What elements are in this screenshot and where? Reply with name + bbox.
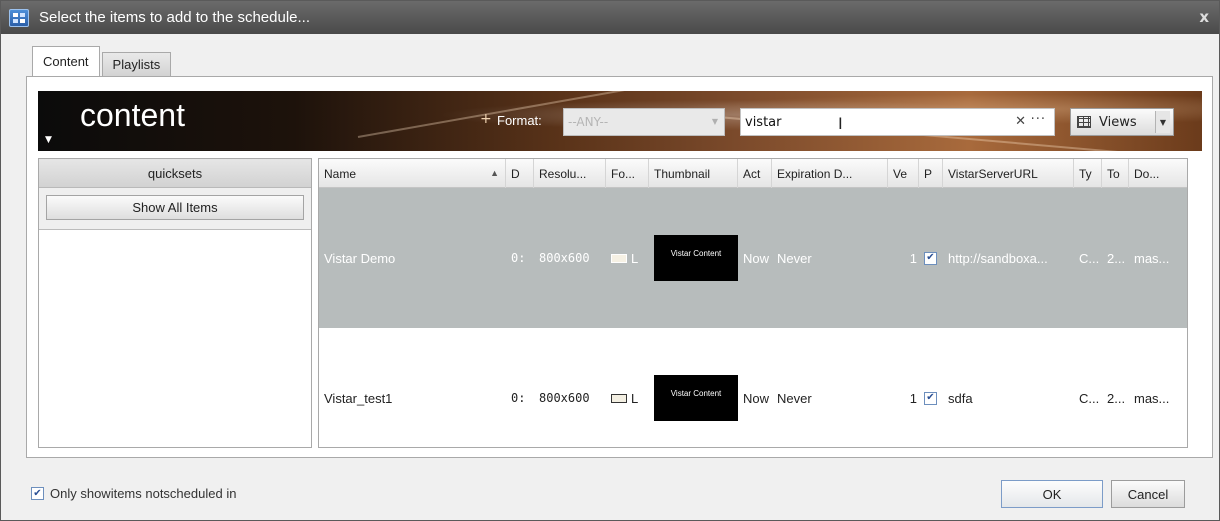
quicksets-panel: quicksets Show All Items	[38, 158, 312, 448]
search-input-value: vistar	[745, 114, 782, 130]
cell-d: 0:	[511, 391, 526, 405]
cell-format-label: L	[631, 390, 639, 406]
only-show-checkbox[interactable]: ✔	[31, 487, 44, 500]
cell-format: L	[606, 328, 649, 447]
content-banner: content ▼ + Format: --ANY-- ▼ vistar I ✕…	[38, 91, 1202, 151]
column-header-vistarserverurl[interactable]: VistarServerURL	[943, 159, 1074, 188]
column-header-do[interactable]: Do...	[1129, 159, 1187, 188]
content-grid: Name ▲ D Resolu... Fo... Thumbnail Act E…	[318, 158, 1188, 448]
clear-icon[interactable]: ✕	[1015, 114, 1026, 129]
cell-ve: 1	[909, 250, 917, 266]
column-header-act[interactable]: Act	[738, 159, 772, 188]
cell-name: Vistar Demo	[324, 250, 396, 266]
format-label: Format:	[497, 113, 542, 128]
schedule-icon	[9, 8, 29, 27]
caret-down-icon[interactable]: ▼	[45, 135, 52, 145]
landscape-icon	[611, 393, 627, 403]
column-header-resolution[interactable]: Resolu...	[534, 159, 606, 188]
cell-p: ✔	[919, 188, 943, 328]
grid-view-icon	[1077, 116, 1091, 128]
table-row[interactable]: Vistar Demo 0: 800x600 L Vistar Content …	[319, 188, 1187, 328]
thumbnail-image: Vistar Content	[654, 375, 738, 421]
chevron-down-icon: ▼	[711, 117, 718, 126]
column-header-p[interactable]: P	[919, 159, 943, 188]
cell-expiration: Never	[777, 390, 812, 406]
cell-thumbnail: Vistar Content	[649, 188, 738, 328]
column-header-to[interactable]: To	[1102, 159, 1129, 188]
views-dropdown-icon[interactable]: ▼	[1155, 111, 1170, 133]
show-all-items-button[interactable]: Show All Items	[46, 195, 304, 220]
cell-url: sdfa	[948, 390, 973, 406]
table-row[interactable]: Vistar_test1 0: 800x600 L Vistar Content…	[319, 328, 1187, 447]
only-show-unscheduled[interactable]: ✔ Only showitems notscheduled in	[31, 486, 236, 501]
format-select-value: --ANY--	[568, 115, 609, 129]
tab-bar: Content Playlists	[32, 46, 173, 76]
column-header-thumbnail[interactable]: Thumbnail	[649, 159, 738, 188]
cell-resolution: 800x600	[539, 251, 590, 265]
cell-thumbnail: Vistar Content	[649, 328, 738, 447]
cell-do: mas...	[1134, 250, 1170, 266]
thumbnail-image: Vistar Content	[654, 235, 738, 281]
quicksets-header: quicksets	[39, 159, 311, 188]
cancel-button[interactable]: Cancel	[1111, 480, 1185, 508]
cell-to: 2...	[1107, 390, 1126, 406]
grid-header: Name ▲ D Resolu... Fo... Thumbnail Act E…	[319, 159, 1187, 188]
cell-expiration: Never	[777, 250, 812, 266]
landscape-icon	[611, 253, 627, 263]
more-icon[interactable]: ···	[1031, 112, 1046, 127]
sparkle-icon: +	[480, 111, 492, 127]
text-cursor-icon: I	[838, 114, 843, 133]
content-panel: content ▼ + Format: --ANY-- ▼ vistar I ✕…	[26, 76, 1213, 458]
ok-button[interactable]: OK	[1001, 480, 1103, 508]
column-header-ty[interactable]: Ty	[1074, 159, 1102, 188]
cell-act: Now	[743, 390, 770, 406]
tab-content[interactable]: Content	[32, 46, 100, 76]
column-header-label: Name	[324, 166, 357, 181]
cell-name: Vistar_test1	[324, 390, 393, 406]
quicksets-toolbar: Show All Items	[39, 188, 311, 230]
cell-format: L	[606, 188, 649, 328]
cell-to: 2...	[1107, 250, 1126, 266]
cell-ve: 1	[909, 390, 917, 406]
column-header-ve[interactable]: Ve	[888, 159, 919, 188]
column-header-d[interactable]: D	[506, 159, 534, 188]
title-bar[interactable]: Select the items to add to the schedule.…	[1, 1, 1219, 34]
format-select[interactable]: --ANY-- ▼	[563, 108, 725, 136]
banner-title: content	[80, 97, 185, 133]
cell-d: 0:	[511, 251, 526, 265]
cell-ty: C...	[1079, 390, 1100, 406]
published-checkbox[interactable]: ✔	[924, 251, 937, 265]
cell-ty: C...	[1079, 250, 1100, 266]
close-icon[interactable]: x	[1199, 8, 1209, 26]
tab-playlists[interactable]: Playlists	[101, 52, 172, 76]
sort-ascending-icon: ▲	[490, 168, 499, 178]
cell-url: http://sandboxa...	[948, 250, 1048, 266]
views-label: Views	[1099, 114, 1137, 130]
dialog-window: Select the items to add to the schedule.…	[0, 0, 1220, 521]
cell-p: ✔	[919, 328, 943, 447]
cell-resolution: 800x600	[539, 391, 590, 405]
column-header-expiration[interactable]: Expiration D...	[772, 159, 888, 188]
column-header-format[interactable]: Fo...	[606, 159, 649, 188]
window-title: Select the items to add to the schedule.…	[39, 9, 310, 26]
column-header-name[interactable]: Name ▲	[319, 159, 506, 188]
only-show-label: Only showitems notscheduled in	[50, 486, 237, 501]
cell-act: Now	[743, 250, 770, 266]
cell-format-label: L	[631, 250, 639, 266]
cell-do: mas...	[1134, 390, 1170, 406]
published-checkbox[interactable]: ✔	[924, 391, 937, 405]
search-input[interactable]: vistar I ✕ ···	[740, 108, 1055, 136]
